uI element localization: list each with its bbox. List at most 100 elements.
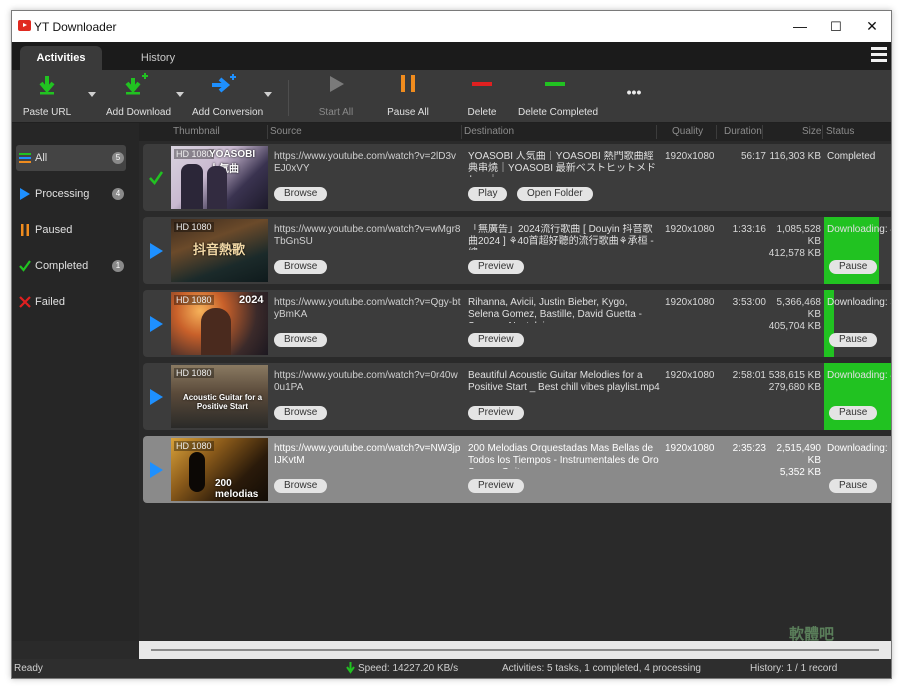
scrollbar-thumb[interactable] <box>151 649 879 651</box>
preview-button[interactable]: Preview <box>468 260 524 274</box>
task-row[interactable]: HD 1080 2024 https://www.youtube.com/wat… <box>143 290 891 357</box>
thumbnail-title: 2024 <box>239 294 264 306</box>
play-icon <box>150 243 163 259</box>
close-button[interactable]: ✕ <box>854 11 890 42</box>
task-row[interactable]: HD 1080 抖音熱歌 https://www.youtube.com/wat… <box>143 217 891 284</box>
play-button[interactable]: Play <box>468 187 508 201</box>
delete-button[interactable]: Delete <box>460 70 504 122</box>
video-thumbnail: HD 1080 抖音熱歌 <box>171 219 268 282</box>
preview-button[interactable]: Preview <box>468 333 524 347</box>
browse-button[interactable]: Browse <box>274 479 328 493</box>
pause-icon <box>401 75 415 92</box>
quality-value: 1920x1080 <box>665 370 715 381</box>
tab-history[interactable]: History <box>117 46 199 70</box>
delete-completed-button[interactable]: Delete Completed <box>518 70 599 122</box>
menu-icon[interactable] <box>871 47 887 65</box>
status-text: Downloading: 40% <box>827 370 891 381</box>
task-row[interactable]: HD 1080 200 melodias https://www.youtube… <box>143 436 891 503</box>
speed-text: Speed: 14227.20 KB/s <box>358 663 459 674</box>
more-icon: ••• <box>626 84 642 100</box>
sidebar-item-label: Processing <box>35 188 90 200</box>
tab-activities[interactable]: Activities <box>20 46 102 70</box>
sidebar-item-failed[interactable]: Failed <box>16 289 126 315</box>
column-thumbnail[interactable]: Thumbnail <box>173 126 220 137</box>
sidebar: All 5 Processing 4 Paused Completed 1 Fa… <box>12 123 139 641</box>
quality-value: 1920x1080 <box>665 297 715 308</box>
preview-button[interactable]: Preview <box>468 479 524 493</box>
hd-badge: HD 1080 <box>174 149 214 159</box>
minimize-button[interactable]: — <box>782 11 818 42</box>
app-logo-icon <box>18 20 31 31</box>
destination-name: 200 Melodias Orquestadas Mas Bellas de T… <box>468 443 659 469</box>
horizontal-scrollbar[interactable] <box>139 641 891 659</box>
browse-button[interactable]: Browse <box>274 260 328 274</box>
start-all-label: Start All <box>318 107 354 118</box>
size-value: 1,085,528 KB 412,578 KB <box>768 224 821 259</box>
table-header: Thumbnail Source Destination Quality Dur… <box>139 123 891 141</box>
column-duration[interactable]: Duration <box>724 126 762 137</box>
source-url: https://www.youtube.com/watch?v=Qgy-btyB… <box>274 297 461 320</box>
add-conversion-button[interactable]: Add Conversion <box>192 70 263 122</box>
quality-value: 1920x1080 <box>665 224 715 235</box>
destination-name: YOASOBI 人気曲｜YOASOBI 熱門歌曲經典串燒｜YOASOBI 最新ベ… <box>468 151 656 177</box>
add-download-icon <box>125 73 148 95</box>
column-source[interactable]: Source <box>270 126 302 137</box>
count-badge: 1 <box>112 260 124 272</box>
column-destination[interactable]: Destination <box>464 126 514 137</box>
pause-icon <box>21 224 29 236</box>
preview-button[interactable]: Preview <box>468 406 524 420</box>
column-status[interactable]: Status <box>826 126 854 137</box>
start-icon <box>330 76 344 92</box>
maximize-button[interactable]: ☐ <box>818 11 854 42</box>
size-value: 538,615 KB 279,680 KB <box>768 370 821 393</box>
paste-url-dropdown-icon[interactable] <box>88 92 96 97</box>
activities-summary: Activities: 5 tasks, 1 completed, 4 proc… <box>502 663 701 674</box>
pause-all-button[interactable]: Pause All <box>386 70 430 122</box>
delete-completed-label: Delete Completed <box>518 107 599 118</box>
paste-url-button[interactable]: Paste URL <box>22 70 72 122</box>
pause-button[interactable]: Pause <box>829 333 878 347</box>
sidebar-item-paused[interactable]: Paused <box>16 217 126 243</box>
x-icon <box>19 296 31 308</box>
browse-button[interactable]: Browse <box>274 333 328 347</box>
title-bar: YT Downloader — ☐ ✕ <box>12 11 891 42</box>
add-download-dropdown-icon[interactable] <box>176 92 184 97</box>
task-row[interactable]: HD 1080 Acoustic Guitar for a Positive S… <box>143 363 891 430</box>
hd-badge: HD 1080 <box>174 368 214 378</box>
speed-arrow-icon <box>346 662 355 674</box>
destination-name: Rihanna, Avicii, Justin Bieber, Kygo, Se… <box>468 297 642 323</box>
sidebar-item-processing[interactable]: Processing 4 <box>16 181 126 207</box>
add-conversion-dropdown-icon[interactable] <box>264 92 272 97</box>
pause-button[interactable]: Pause <box>829 406 878 420</box>
add-download-label: Add Download <box>106 107 172 118</box>
sidebar-item-all[interactable]: All 5 <box>16 145 126 171</box>
browse-button[interactable]: Browse <box>274 406 328 420</box>
count-badge: 5 <box>112 152 124 164</box>
toolbar: Paste URL Add Download Add Conversion St… <box>12 70 891 123</box>
column-quality[interactable]: Quality <box>672 126 703 137</box>
column-size[interactable]: Size <box>802 126 821 137</box>
destination-name: 「無廣告」2024流行歌曲 [ Douyin 抖音歌曲2024 ] ⚘40首超好… <box>468 224 654 250</box>
ready-text: Ready <box>14 663 43 674</box>
task-row[interactable]: HD 1080 YOASOBI 人気曲 https://www.youtube.… <box>143 144 891 211</box>
video-thumbnail: HD 1080 200 melodias <box>171 438 268 501</box>
sidebar-item-label: Paused <box>35 224 73 236</box>
open-folder-button[interactable]: Open Folder <box>517 187 593 201</box>
add-download-button[interactable]: Add Download <box>106 70 172 122</box>
pause-button[interactable]: Pause <box>829 479 878 493</box>
start-all-button[interactable]: Start All <box>312 70 360 122</box>
sidebar-item-completed[interactable]: Completed 1 <box>16 253 126 279</box>
duration-value: 3:53:00 <box>732 297 766 308</box>
app-window: YT Downloader — ☐ ✕ Activities History P… <box>11 10 892 679</box>
toolbar-divider <box>288 80 289 116</box>
browse-button[interactable]: Browse <box>274 187 328 201</box>
task-list: HD 1080 YOASOBI 人気曲 https://www.youtube.… <box>139 141 891 641</box>
list-icon <box>19 153 31 163</box>
duration-value: 1:33:16 <box>732 224 766 235</box>
pause-button[interactable]: Pause <box>829 260 878 274</box>
more-options-button[interactable]: ••• <box>616 70 652 122</box>
video-thumbnail: HD 1080 YOASOBI 人気曲 <box>171 146 268 209</box>
sidebar-item-label: Failed <box>35 296 65 308</box>
minus-green-icon <box>545 82 565 86</box>
status-bar: Ready Speed: 14227.20 KB/s Activities: 5… <box>12 659 891 678</box>
